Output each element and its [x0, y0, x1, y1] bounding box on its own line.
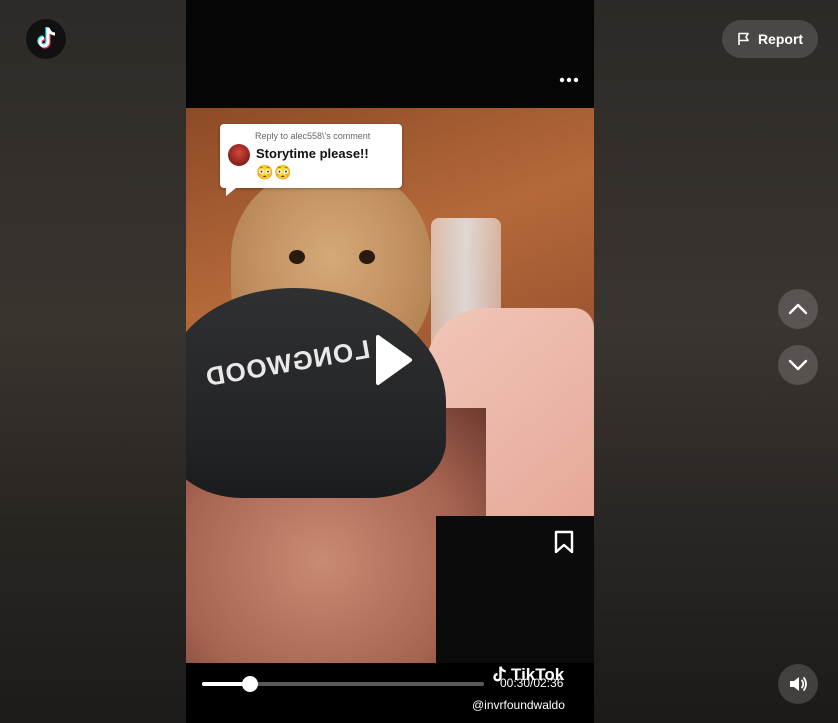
report-button[interactable]: Report — [722, 20, 818, 58]
next-video-button[interactable] — [778, 345, 818, 385]
progress-knob[interactable] — [241, 676, 258, 692]
chevron-up-icon — [788, 303, 808, 315]
reply-comment-card: Reply to alec558\'s comment Storytime pl… — [220, 124, 402, 196]
tiktok-logo-icon[interactable] — [26, 19, 66, 59]
play-icon[interactable] — [372, 333, 414, 387]
chevron-down-icon — [788, 359, 808, 371]
video-player[interactable]: LONGWOOD Reply to alec558\'s comment Sto… — [186, 0, 594, 723]
video-username: @invrfoundwaldo — [472, 698, 565, 712]
volume-icon — [790, 677, 807, 691]
emoji: 😳 — [274, 164, 292, 180]
video-top-bar — [186, 0, 594, 108]
avatar — [228, 144, 250, 166]
background-blur-left — [0, 0, 186, 723]
bookmark-icon[interactable] — [553, 530, 575, 554]
dog-eye — [359, 250, 375, 264]
flag-icon — [738, 32, 749, 45]
ellipsis-icon[interactable] — [558, 70, 580, 90]
video-progress-bar[interactable] — [202, 676, 484, 692]
report-label: Report — [757, 31, 804, 47]
dog-eye — [289, 250, 305, 264]
emoji: 😳 — [256, 164, 274, 180]
previous-video-button[interactable] — [778, 289, 818, 329]
volume-button[interactable] — [778, 664, 818, 704]
comment-text: Storytime please!! — [256, 146, 369, 161]
reply-to-label: Reply to alec558\'s comment — [255, 131, 371, 141]
video-time: 00:30/02:36 — [500, 676, 564, 690]
